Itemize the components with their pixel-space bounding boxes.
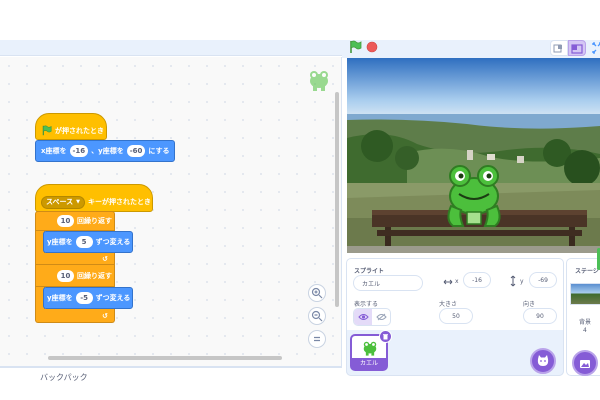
backdrop-count: 4	[583, 327, 587, 334]
workspace-vertical-scrollbar[interactable]	[335, 92, 339, 307]
sprite-name-input[interactable]: カエル	[353, 275, 423, 291]
small-stage-icon	[553, 44, 562, 53]
top-bar	[0, 0, 600, 40]
zoom-reset-button[interactable]	[308, 330, 326, 348]
small-stage-button[interactable]	[550, 40, 568, 56]
sprite-name-value: カエル	[362, 280, 381, 288]
stage-canvas[interactable]	[347, 58, 600, 253]
key-option-label: スペース	[46, 198, 74, 206]
y-arrow-icon	[510, 275, 516, 287]
change-value-input[interactable]: 5	[75, 236, 93, 248]
show-label: 表示する	[354, 301, 379, 308]
y-position-input[interactable]: -69	[529, 272, 557, 288]
trash-icon	[383, 334, 388, 340]
normal-stage-button[interactable]	[568, 40, 586, 56]
zoom-in-icon	[311, 287, 323, 299]
x-position-input[interactable]: -16	[463, 272, 491, 288]
when-key-pressed-block[interactable]: スペース ▼ キーが押されたとき	[35, 184, 153, 212]
add-backdrop-button[interactable]	[572, 350, 598, 376]
block-label: が押されたとき	[55, 126, 104, 135]
block-label: 、y座標を	[91, 147, 124, 155]
scratch-editor: が押されたとき x座標を -16 、y座標を -60 にする スペース ▼ キー…	[0, 0, 600, 400]
loop-arrow-icon: ↺	[102, 311, 108, 320]
direction-value: 90	[536, 312, 544, 320]
block-label: ずつ変える	[95, 238, 131, 246]
change-value-input[interactable]: -5	[75, 292, 93, 304]
zoom-in-button[interactable]	[308, 284, 326, 302]
size-value: 50	[452, 312, 460, 320]
repeat-count-input[interactable]: 10	[57, 215, 74, 227]
stage-label: ステージ	[575, 268, 599, 275]
sprite-tile[interactable]: カエル	[350, 330, 392, 371]
chevron-down-icon: ▼	[76, 199, 81, 205]
block-label: x座標を	[41, 147, 67, 155]
show-visible-button[interactable]	[354, 309, 372, 325]
frog-thumbnail-icon	[363, 341, 377, 356]
x-arrow-icon	[443, 279, 453, 285]
green-flag-icon[interactable]	[348, 40, 362, 54]
x-value-input[interactable]: -16	[69, 145, 89, 157]
sprite-list: カエル	[346, 330, 564, 376]
direction-label: 向き	[523, 301, 536, 308]
zoom-out-button[interactable]	[308, 307, 326, 325]
change-y-block[interactable]: y座標を -5 ずつ変える	[43, 287, 133, 309]
block-label: にする	[148, 147, 170, 155]
delete-sprite-button[interactable]	[379, 330, 392, 343]
y-position-value: -69	[538, 276, 548, 284]
block-label: y座標を	[47, 294, 73, 302]
frog-sprite-thumbnail-icon	[310, 71, 328, 91]
block-label: y座標を	[47, 238, 73, 246]
show-hidden-button[interactable]	[372, 309, 390, 325]
stage-header	[342, 40, 600, 58]
size-label: 大きさ	[439, 301, 458, 308]
repeat-block-foot: ↺	[35, 309, 115, 323]
green-flag-icon	[42, 125, 52, 136]
repeat-block[interactable]: 10 回繰り返す	[35, 211, 115, 231]
workspace-horizontal-scrollbar[interactable]	[48, 356, 282, 360]
stop-icon[interactable]	[366, 41, 378, 53]
eye-slash-icon	[375, 313, 387, 321]
when-flag-clicked-block[interactable]: が押されたとき	[35, 113, 107, 140]
x-label: x	[455, 278, 459, 285]
fullscreen-icon[interactable]	[592, 42, 600, 54]
image-add-icon	[579, 359, 590, 368]
show-toggle[interactable]	[353, 308, 391, 326]
block-label: ずつ変える	[95, 294, 131, 302]
block-label: 回繰り返す	[77, 217, 112, 225]
direction-input[interactable]: 90	[523, 308, 557, 324]
stage-thumbnail	[570, 283, 600, 305]
normal-stage-icon	[571, 44, 583, 54]
sprite-tile-label: カエル	[352, 358, 386, 369]
sprite-tile-name: カエル	[359, 360, 378, 367]
repeat-block-foot: ↺	[35, 253, 115, 265]
loop-arrow-icon: ↺	[102, 254, 108, 263]
key-dropdown[interactable]: スペース ▼	[41, 195, 86, 209]
backpack-label: バックパック	[40, 373, 88, 382]
y-value-input[interactable]: -60	[126, 145, 146, 157]
y-label: y	[520, 278, 524, 285]
eye-icon	[357, 314, 369, 320]
go-to-xy-block[interactable]: x座標を -16 、y座標を -60 にする	[35, 140, 175, 162]
zoom-out-icon	[311, 310, 323, 322]
x-position-value: -16	[472, 276, 482, 284]
block-label: 回繰り返す	[77, 271, 112, 280]
equals-icon	[314, 336, 320, 342]
backpack-panel[interactable]: バックパック	[0, 367, 342, 400]
sprite-label: スプライト	[354, 268, 385, 275]
block-label: キーが押されたとき	[88, 198, 152, 206]
frog-sprite[interactable]	[439, 158, 509, 233]
cat-add-icon	[537, 355, 549, 366]
size-input[interactable]: 50	[439, 308, 473, 324]
backdrop-label: 背景	[579, 319, 592, 326]
repeat-block[interactable]: 10 回繰り返す	[35, 265, 115, 287]
change-y-block[interactable]: y座標を 5 ずつ変える	[43, 231, 133, 253]
add-sprite-button[interactable]	[530, 348, 556, 374]
repeat-count-input[interactable]: 10	[57, 269, 74, 282]
